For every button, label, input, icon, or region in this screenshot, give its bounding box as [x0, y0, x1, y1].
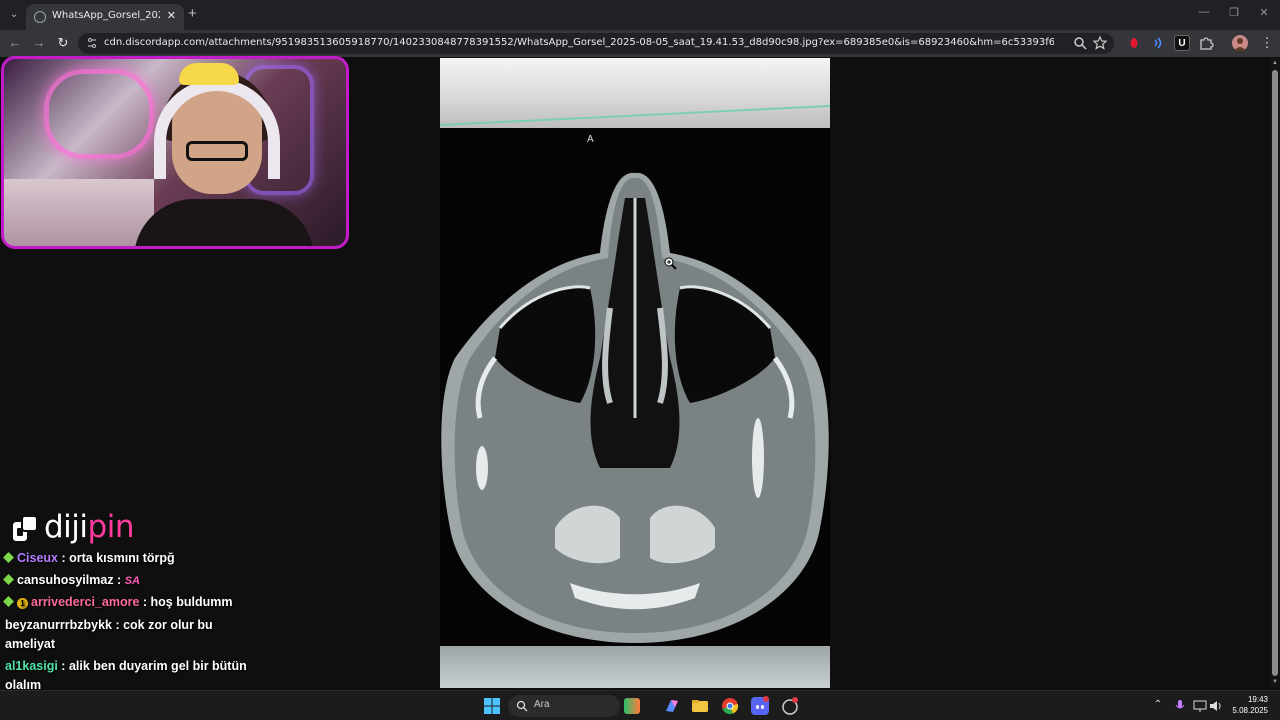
tab-close-button[interactable]: ✕	[167, 9, 176, 22]
back-button[interactable]: ←	[6, 34, 24, 52]
clock-date[interactable]: 5.08.2025	[1228, 706, 1268, 715]
restore-button[interactable]: ❐	[1226, 6, 1242, 19]
dijipin-logo-text: dijipin	[44, 509, 134, 545]
search-icon	[516, 700, 528, 712]
reload-button[interactable]: ↻	[54, 34, 72, 52]
copilot-icon[interactable]	[662, 696, 682, 716]
network-icon[interactable]	[1193, 699, 1207, 713]
window-close-button[interactable]: ✕	[1256, 6, 1272, 19]
windows-start-icon[interactable]	[482, 696, 502, 716]
zoom-icon[interactable]	[1072, 36, 1088, 50]
chat-username: cansuhosyilmaz	[17, 573, 114, 587]
ct-scan-image[interactable]: A	[440, 58, 830, 688]
discord-icon[interactable]	[750, 696, 770, 716]
chat-username: al1kasigi	[5, 659, 58, 673]
search-highlight-icon	[624, 698, 640, 714]
chat-message: 1 arrivederci_amore : hoş buldumm	[2, 593, 252, 612]
microphone-icon[interactable]	[1173, 699, 1187, 713]
browser-toolbar: ← → ↻ cdn.discordapp.com/attachments/951…	[0, 30, 1280, 57]
chat-username: beyzanurrrbzbykk	[5, 618, 112, 632]
chat-username: Ciseux	[17, 551, 58, 565]
forward-button[interactable]: →	[30, 34, 48, 52]
app-icon[interactable]	[780, 696, 800, 716]
page-scrollbar[interactable]: ▲ ▼	[1270, 58, 1280, 688]
orientation-marker: A	[587, 134, 594, 145]
gift-badge-icon: 1	[17, 598, 28, 609]
webcam-feed	[1, 56, 349, 249]
glasses	[186, 141, 248, 161]
site-info-icon[interactable]	[86, 37, 98, 49]
taskbar-search[interactable]: Ara	[508, 695, 640, 717]
scrollbar-thumb[interactable]	[1272, 70, 1278, 676]
minimize-button[interactable]: —	[1196, 6, 1212, 18]
scroll-down-icon[interactable]: ▼	[1271, 679, 1279, 685]
globe-icon	[34, 11, 46, 23]
chat-message: cansuhosyilmaz : SA	[2, 571, 252, 591]
tab-active[interactable]: WhatsApp_Gorsel_2025-08-05_ ✕	[26, 4, 184, 30]
chat-message: beyzanurrrbzbykk : cok zor olur bu ameliy…	[5, 618, 213, 651]
ct-scan-drawing	[440, 105, 830, 643]
browser-menu-button[interactable]: ⋮	[1258, 34, 1276, 52]
url-text[interactable]: cdn.discordapp.com/attachments/951983513…	[104, 37, 1054, 48]
chat-text-cont: ameliyat	[5, 637, 56, 651]
tab-title: WhatsApp_Gorsel_2025-08-05_	[52, 10, 160, 21]
neon-sign	[44, 69, 154, 159]
pikachu-hat	[179, 63, 239, 85]
file-explorer-icon[interactable]	[690, 696, 710, 716]
chat-emote: SA	[124, 575, 140, 587]
extension-audio-icon[interactable]	[1150, 35, 1166, 51]
clock-time[interactable]: 19:43	[1228, 695, 1268, 704]
monitor-bezel-bottom	[440, 646, 830, 688]
chrome-icon[interactable]	[720, 696, 740, 716]
extensions-puzzle-icon[interactable]	[1198, 35, 1214, 51]
search-label: Ara	[534, 699, 550, 710]
profile-avatar[interactable]	[1232, 35, 1248, 51]
streamer-body	[134, 199, 314, 246]
extension-red-icon[interactable]	[1126, 35, 1142, 51]
extension-u-icon[interactable]: U	[1174, 35, 1190, 51]
chat-text: hoş buldumm	[150, 595, 233, 609]
chat-text: orta kısmını törpğ	[69, 551, 175, 565]
tab-search-button[interactable]: ⌄	[4, 5, 24, 25]
volume-icon[interactable]	[1209, 699, 1223, 713]
bookmark-star-icon[interactable]	[1092, 36, 1108, 50]
sub-badge-icon	[3, 574, 14, 585]
chat-message: Ciseux : orta kısmını törpğ	[2, 549, 252, 568]
address-bar[interactable]: cdn.discordapp.com/attachments/951983513…	[78, 33, 1114, 54]
chat-text: alik ben duyarim gel bir bütün	[68, 659, 247, 673]
new-tab-button[interactable]: +	[188, 5, 197, 23]
windows-taskbar: Ara ⌃ 19:43 5.08.2025	[0, 690, 1280, 720]
tray-overflow-icon[interactable]: ⌃	[1151, 699, 1165, 710]
scroll-up-icon[interactable]: ▲	[1271, 60, 1279, 66]
chat-text: cok zor olur bu	[123, 618, 213, 632]
dijipin-logo-icon	[13, 515, 38, 541]
sub-badge-icon	[3, 596, 14, 607]
chat-username: arrivederci_amore	[31, 595, 140, 609]
zoom-in-cursor-icon	[664, 257, 677, 270]
browser-tab-bar: ⌄ WhatsApp_Gorsel_2025-08-05_ ✕ + — ❐ ✕	[0, 0, 1280, 30]
sub-badge-icon	[3, 552, 14, 563]
background-shelf	[4, 179, 154, 246]
